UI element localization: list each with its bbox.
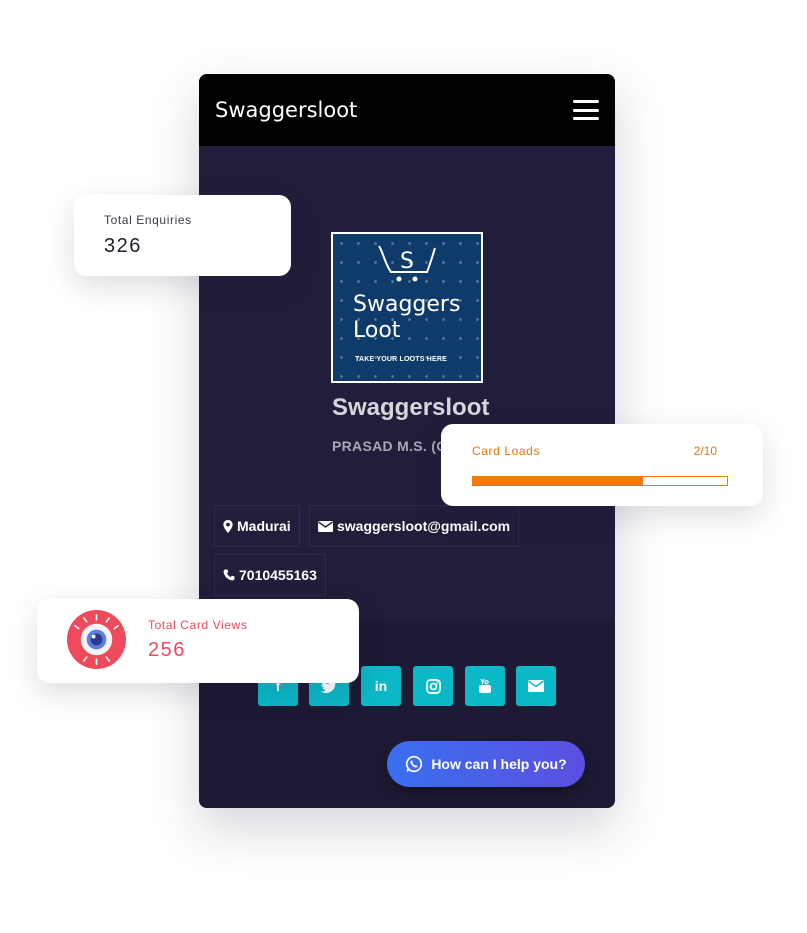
- stage: Swaggersloot S Swaggers Loot TAKE YOUR L…: [0, 0, 807, 933]
- card-loads-count: 2/10: [693, 444, 717, 458]
- card-loads-progress-bar: [472, 476, 728, 486]
- phone-text: 7010455163: [239, 567, 317, 583]
- card-loads-card: Card Loads 2/10: [441, 424, 763, 506]
- whatsapp-help-button[interactable]: How can I help you?: [387, 741, 585, 787]
- profile-name: Swaggersloot: [332, 394, 490, 421]
- total-card-views-card: Total Card Views 256: [37, 599, 359, 683]
- email-chip[interactable]: swaggersloot@gmail.com: [309, 505, 520, 547]
- phone-chip[interactable]: 7010455163: [214, 554, 326, 596]
- eye-icon: [66, 609, 127, 670]
- navbar: Swaggersloot: [199, 74, 615, 146]
- email-text: swaggersloot@gmail.com: [337, 518, 511, 534]
- enquiries-value: 326: [104, 235, 142, 257]
- location-text: Madurai: [237, 518, 291, 534]
- card-views-label: Total Card Views: [148, 618, 248, 632]
- svg-text:S: S: [400, 249, 414, 274]
- total-enquiries-card: Total Enquiries 326: [74, 195, 291, 276]
- cart-logo-icon: S: [333, 242, 481, 291]
- phone-icon: [223, 569, 235, 581]
- whatsapp-icon: [406, 755, 423, 773]
- card-loads-label: Card Loads: [472, 444, 541, 458]
- card-loads-progress-fill: [473, 477, 644, 485]
- hamburger-menu-icon[interactable]: [573, 100, 599, 120]
- enquiries-label: Total Enquiries: [104, 213, 192, 227]
- business-logo: S Swaggers Loot TAKE YOUR LOOTS HERE: [331, 232, 483, 383]
- location-chip[interactable]: Madurai: [214, 505, 300, 547]
- card-views-value: 256: [148, 639, 186, 661]
- logo-tagline: TAKE YOUR LOOTS HERE: [355, 356, 448, 363]
- help-label: How can I help you?: [431, 756, 567, 772]
- youtube-icon[interactable]: [465, 666, 505, 706]
- logo-text: Swaggers Loot: [353, 292, 461, 343]
- brand-title[interactable]: Swaggersloot: [215, 98, 357, 122]
- map-pin-icon: [223, 519, 233, 533]
- linkedin-icon[interactable]: in: [361, 666, 401, 706]
- instagram-icon[interactable]: [413, 666, 453, 706]
- mail-icon[interactable]: [516, 666, 556, 706]
- envelope-icon: [318, 520, 333, 532]
